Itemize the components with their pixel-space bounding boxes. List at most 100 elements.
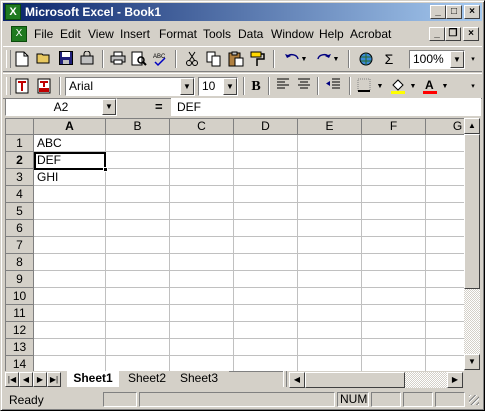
column-header-g[interactable]: G <box>426 119 464 135</box>
row-header-9[interactable]: 9 <box>6 271 34 288</box>
doc-restore-button[interactable]: ❐ <box>445 27 461 41</box>
fill-color-dropdown-icon[interactable]: ▼ <box>409 78 417 95</box>
formula-equals[interactable]: = <box>155 99 163 114</box>
autosum-icon[interactable]: Σ <box>380 51 398 68</box>
row-header-11[interactable]: 11 <box>6 305 34 322</box>
format-painter-icon[interactable] <box>249 51 267 68</box>
row-header-8[interactable]: 8 <box>6 254 34 271</box>
menu-edit[interactable]: Edit <box>60 27 81 41</box>
print-icon[interactable] <box>109 51 127 68</box>
scroll-right-icon[interactable]: ▶ <box>447 372 463 388</box>
row-header-3[interactable]: 3 <box>6 169 34 186</box>
menu-data[interactable]: Data <box>238 27 263 41</box>
cell-a3[interactable]: GHI <box>35 169 105 185</box>
resize-grip[interactable] <box>469 395 479 405</box>
decrease-indent-icon[interactable] <box>324 78 342 95</box>
undo-icon[interactable] <box>283 51 301 68</box>
copy-icon[interactable] <box>205 51 223 68</box>
toolbar-grip[interactable] <box>6 77 11 95</box>
save-icon[interactable] <box>57 51 75 68</box>
name-box[interactable]: A2 ▼ <box>5 98 117 116</box>
new-icon[interactable] <box>13 51 31 68</box>
toolbar-options-icon[interactable]: ▾ <box>469 78 477 95</box>
vertical-scrollbar[interactable]: ▲ ▼ <box>464 118 480 370</box>
row-header-6[interactable]: 6 <box>6 220 34 237</box>
pdf-email-icon[interactable] <box>35 78 53 95</box>
tab-split-handle[interactable] <box>283 371 287 387</box>
scroll-left-icon[interactable]: ◀ <box>289 372 305 388</box>
column-header-a[interactable]: A <box>34 119 106 135</box>
zoom-select[interactable]: 100% ▼ <box>409 50 465 69</box>
maximize-button[interactable]: □ <box>446 5 462 19</box>
fill-color-icon[interactable] <box>389 78 407 95</box>
row-header-7[interactable]: 7 <box>6 237 34 254</box>
redo-icon[interactable] <box>315 51 333 68</box>
menu-tools[interactable]: Tools <box>203 27 231 41</box>
column-header-e[interactable]: E <box>298 119 362 135</box>
spelling-icon[interactable]: ABC <box>151 51 169 68</box>
align-center-icon[interactable] <box>295 78 313 95</box>
doc-minimize-button[interactable]: _ <box>429 27 445 41</box>
pdf-convert-icon[interactable] <box>13 78 31 95</box>
bold-button[interactable]: B <box>247 78 265 95</box>
font-color-icon[interactable]: A <box>421 78 439 95</box>
column-header-f[interactable]: F <box>362 119 426 135</box>
chevron-down-icon[interactable]: ▼ <box>180 78 194 95</box>
prev-sheet-icon[interactable]: ◀ <box>19 372 33 387</box>
menu-format[interactable]: Format <box>159 27 197 41</box>
menu-insert[interactable]: Insert <box>120 27 150 41</box>
first-sheet-icon[interactable]: |◀ <box>5 372 19 387</box>
last-sheet-icon[interactable]: ▶| <box>47 372 61 387</box>
row-header-12[interactable]: 12 <box>6 322 34 339</box>
sheet-tab-sheet1[interactable]: Sheet1 <box>67 371 119 387</box>
worksheet-grid[interactable]: A B C D E F G 1 2 3 4 5 6 7 8 9 10 11 12… <box>5 118 464 371</box>
formula-input[interactable]: DEF <box>171 98 481 116</box>
row-header-2[interactable]: 2 <box>6 152 34 169</box>
borders-dropdown-icon[interactable]: ▼ <box>376 78 384 95</box>
row-header-5[interactable]: 5 <box>6 203 34 220</box>
cell-a1[interactable]: ABC <box>35 135 105 151</box>
menu-window[interactable]: Window <box>271 27 314 41</box>
row-header-1[interactable]: 1 <box>6 135 34 152</box>
print-preview-icon[interactable] <box>130 51 148 68</box>
column-header-c[interactable]: C <box>170 119 234 135</box>
row-header-10[interactable]: 10 <box>6 288 34 305</box>
font-color-dropdown-icon[interactable]: ▼ <box>441 78 449 95</box>
hyperlink-icon[interactable] <box>357 51 375 68</box>
row-header-13[interactable]: 13 <box>6 339 34 356</box>
toolbar-options-icon[interactable]: ▾ <box>469 51 477 68</box>
redo-dropdown-icon[interactable]: ▼ <box>332 51 340 68</box>
chevron-down-icon[interactable]: ▼ <box>450 51 464 68</box>
menu-file[interactable]: File <box>34 27 53 41</box>
font-name-select[interactable]: Arial ▼ <box>65 77 195 96</box>
chevron-down-icon[interactable]: ▼ <box>102 99 116 115</box>
select-all-corner[interactable] <box>6 119 34 135</box>
paste-icon[interactable] <box>227 51 245 68</box>
borders-icon[interactable] <box>355 78 373 95</box>
chevron-down-icon[interactable]: ▼ <box>223 78 237 95</box>
font-size-select[interactable]: 10 ▼ <box>198 77 238 96</box>
title-bar[interactable]: X Microsoft Excel - Book1 _ □ × <box>3 3 482 21</box>
align-left-icon[interactable] <box>274 78 292 95</box>
cut-icon[interactable] <box>183 51 201 68</box>
menu-view[interactable]: View <box>88 27 114 41</box>
workbook-icon[interactable]: X <box>11 26 27 42</box>
row-header-4[interactable]: 4 <box>6 186 34 203</box>
sheet-tab-sheet2[interactable]: Sheet2 <box>123 371 171 387</box>
scroll-down-icon[interactable]: ▼ <box>464 354 480 370</box>
close-button[interactable]: × <box>464 5 480 19</box>
menu-acrobat[interactable]: Acrobat <box>350 27 391 41</box>
undo-dropdown-icon[interactable]: ▼ <box>300 51 308 68</box>
toolbar-grip[interactable] <box>6 50 11 68</box>
excel-icon[interactable]: X <box>5 4 21 20</box>
sheet-tab-sheet3[interactable]: Sheet3 <box>175 371 223 387</box>
column-header-d[interactable]: D <box>234 119 298 135</box>
row-header-14[interactable]: 14 <box>6 356 34 371</box>
doc-close-button[interactable]: × <box>463 27 479 41</box>
scroll-up-icon[interactable]: ▲ <box>464 118 480 134</box>
minimize-button[interactable]: _ <box>430 5 446 19</box>
horizontal-scrollbar[interactable]: ◀ ▶ <box>289 372 463 388</box>
open-icon[interactable] <box>35 51 53 68</box>
horizontal-scroll-thumb[interactable] <box>305 372 405 388</box>
fill-handle[interactable] <box>103 167 108 172</box>
